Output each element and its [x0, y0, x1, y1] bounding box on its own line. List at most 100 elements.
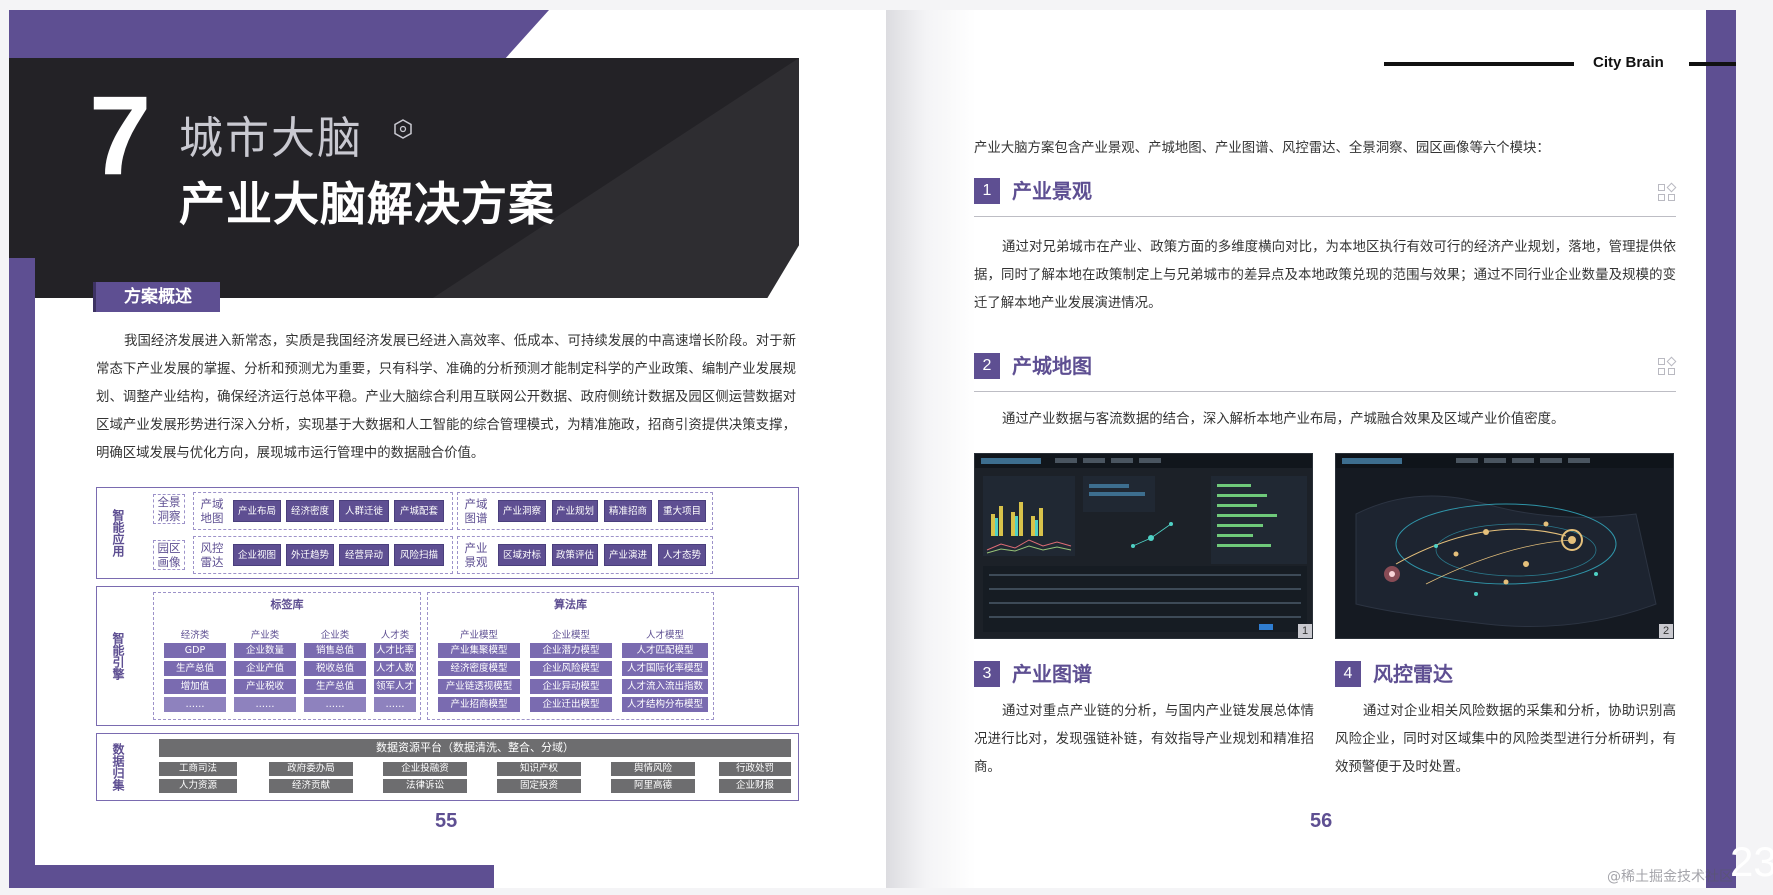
app-chip: 产业洞察	[498, 500, 546, 522]
tag-cell: ……	[374, 697, 416, 712]
app-category: 产业景观	[464, 541, 488, 569]
app-category: 风控雷达	[200, 541, 224, 569]
model-cell: 产业集聚模型	[438, 643, 520, 658]
tag-cell: ……	[164, 697, 226, 712]
band-label: 智能引擎	[111, 632, 125, 680]
data-source: 工商司法	[159, 762, 237, 776]
app-chip: 人才态势	[658, 544, 706, 566]
tag-cell: 税收总值	[304, 661, 366, 676]
tag-cell: 销售总值	[304, 643, 366, 658]
section-heading: 1 产业景观	[974, 178, 1674, 206]
section-number: 2	[974, 353, 1000, 379]
app-chip: 重大项目	[658, 500, 706, 522]
app-category: 全景洞察	[153, 494, 185, 524]
running-header: City Brain	[1593, 54, 1664, 71]
band-smart-engine: 智能引擎 标签库 经济类 产业类 企业类 人才类 GDP 生产总值 增加值 ………	[96, 586, 799, 726]
section-number: 1	[974, 178, 1000, 204]
tag-cell: 领军人才	[374, 679, 416, 694]
library-column-header: 人才类	[380, 630, 410, 641]
model-cell: 人才国际化率模型	[622, 661, 708, 676]
app-chip: 产业规划	[552, 500, 598, 522]
grid-icon	[1658, 182, 1677, 202]
app-category: 产域图谱	[464, 497, 488, 525]
tag-cell: 企业产值	[234, 661, 296, 676]
tag-cell: ……	[234, 697, 296, 712]
section-number: 3	[974, 661, 1000, 687]
app-chip: 人群迁徙	[339, 500, 389, 522]
intro-paragraph: 我国经济发展进入新常态，实质是我国经济发展已经进入高效率、低成本、可持续发展的中…	[96, 334, 796, 461]
tag-cell: 产业税收	[234, 679, 296, 694]
model-cell: 企业异动模型	[530, 679, 612, 694]
section-tag: 方案概述	[93, 282, 220, 312]
section-number: 4	[1335, 661, 1361, 687]
model-cell: 企业迁出模型	[530, 697, 612, 712]
data-source: 知识产权	[497, 762, 581, 776]
model-cell: 企业潜力模型	[530, 643, 612, 658]
watermark: @稀土掘金技术社区	[1607, 869, 1733, 885]
grid-icon	[1658, 356, 1677, 376]
data-source: 行政处罚	[719, 762, 791, 776]
app-category: 产域地图	[200, 497, 224, 525]
decor-purple-band-left	[9, 258, 35, 888]
dashboard-screenshot: 1	[974, 453, 1313, 639]
library-column-header: 企业类	[320, 630, 350, 641]
app-group: 产域图谱 产业洞察 产业规划 精准招商 重大项目	[457, 492, 713, 530]
tag-cell: 生产总值	[164, 661, 226, 676]
band-label: 数据归集	[111, 743, 125, 791]
app-chip: 精准招商	[604, 500, 652, 522]
decor-purple-band-top	[9, 10, 549, 58]
corner-page-number: 23	[1730, 838, 1773, 885]
data-source: 经济贡献	[269, 779, 353, 793]
data-platform-bar: 数据资源平台（数据清洗、整合、分域）	[159, 739, 791, 757]
section-body: 通过对兄弟城市在产业、政策方面的多维度横向对比，为本地区执行有效可行的经济产业规…	[974, 240, 1676, 311]
screenshot-number: 2	[1659, 624, 1673, 638]
section-heading: 4 风控雷达	[1335, 661, 1665, 689]
data-source: 企业投融资	[383, 762, 467, 776]
data-source: 政府委办局	[269, 762, 353, 776]
library-column-header: 产业模型	[459, 630, 498, 641]
data-source: 企业财报	[719, 779, 791, 793]
section-body: 通过对重点产业链的分析，与国内产业链发展总体情况进行比对，发现强链补链，有效指导…	[974, 704, 1314, 775]
model-cell: 经济密度模型	[438, 661, 520, 676]
algorithm-library: 算法库 产业模型 企业模型 人才模型 产业集聚模型 经济密度模型 产业链透视模型…	[427, 592, 714, 720]
app-chip: 产业演进	[604, 544, 652, 566]
chapter-subtitle: 产业大脑解决方案	[179, 177, 555, 231]
section-heading: 2 产城地图	[974, 353, 1674, 381]
header-rule	[1689, 62, 1736, 66]
section-title: 风控雷达	[1373, 662, 1453, 686]
tag-cell: 人才比率	[374, 643, 416, 658]
section-heading: 3 产业图谱	[974, 661, 1304, 689]
library-column-header: 企业模型	[551, 630, 590, 641]
tag-cell: 生产总值	[304, 679, 366, 694]
chapter-number: 7	[89, 73, 152, 198]
model-cell: 产业招商模型	[438, 697, 520, 712]
app-chip: 政策评估	[552, 544, 598, 566]
data-source: 固定投资	[497, 779, 581, 793]
data-source: 人力资源	[159, 779, 237, 793]
map-screenshot: 2	[1335, 453, 1674, 639]
model-cell: 人才结构分布模型	[622, 697, 708, 712]
app-chip: 区域对标	[498, 544, 546, 566]
model-cell: 企业风险模型	[530, 661, 612, 676]
app-chip: 经营异动	[339, 544, 389, 566]
spine-shadow	[886, 10, 976, 888]
data-source: 舆情风险	[611, 762, 695, 776]
decor-purple-band-right	[1706, 10, 1736, 888]
model-cell: 人才匹配模型	[622, 643, 708, 658]
tag-cell: ……	[304, 697, 366, 712]
decor-purple-band-bottom	[9, 865, 494, 888]
section-rule	[974, 216, 1676, 217]
library-title: 标签库	[270, 598, 304, 611]
section-title: 产城地图	[1012, 354, 1092, 378]
model-cell: 产业链透视模型	[438, 679, 520, 694]
band-smart-apps: 智能应用 全景洞察 产域地图 产业布局 经济密度 人群迁徙 产城配套 产域图谱 …	[96, 487, 799, 579]
section-title: 产业景观	[1012, 179, 1092, 203]
app-chip: 风险扫描	[394, 544, 444, 566]
library-column-header: 人才模型	[645, 630, 684, 641]
library-title: 算法库	[554, 598, 587, 611]
app-group: 风控雷达 企业视图 外迁趋势 经营异动 风险扫描	[193, 536, 453, 574]
chapter-title: 城市大脑	[179, 113, 363, 164]
app-chip: 产业布局	[233, 500, 281, 522]
tag-cell: 企业数量	[234, 643, 296, 658]
tag-cell: 人才人数	[374, 661, 416, 676]
